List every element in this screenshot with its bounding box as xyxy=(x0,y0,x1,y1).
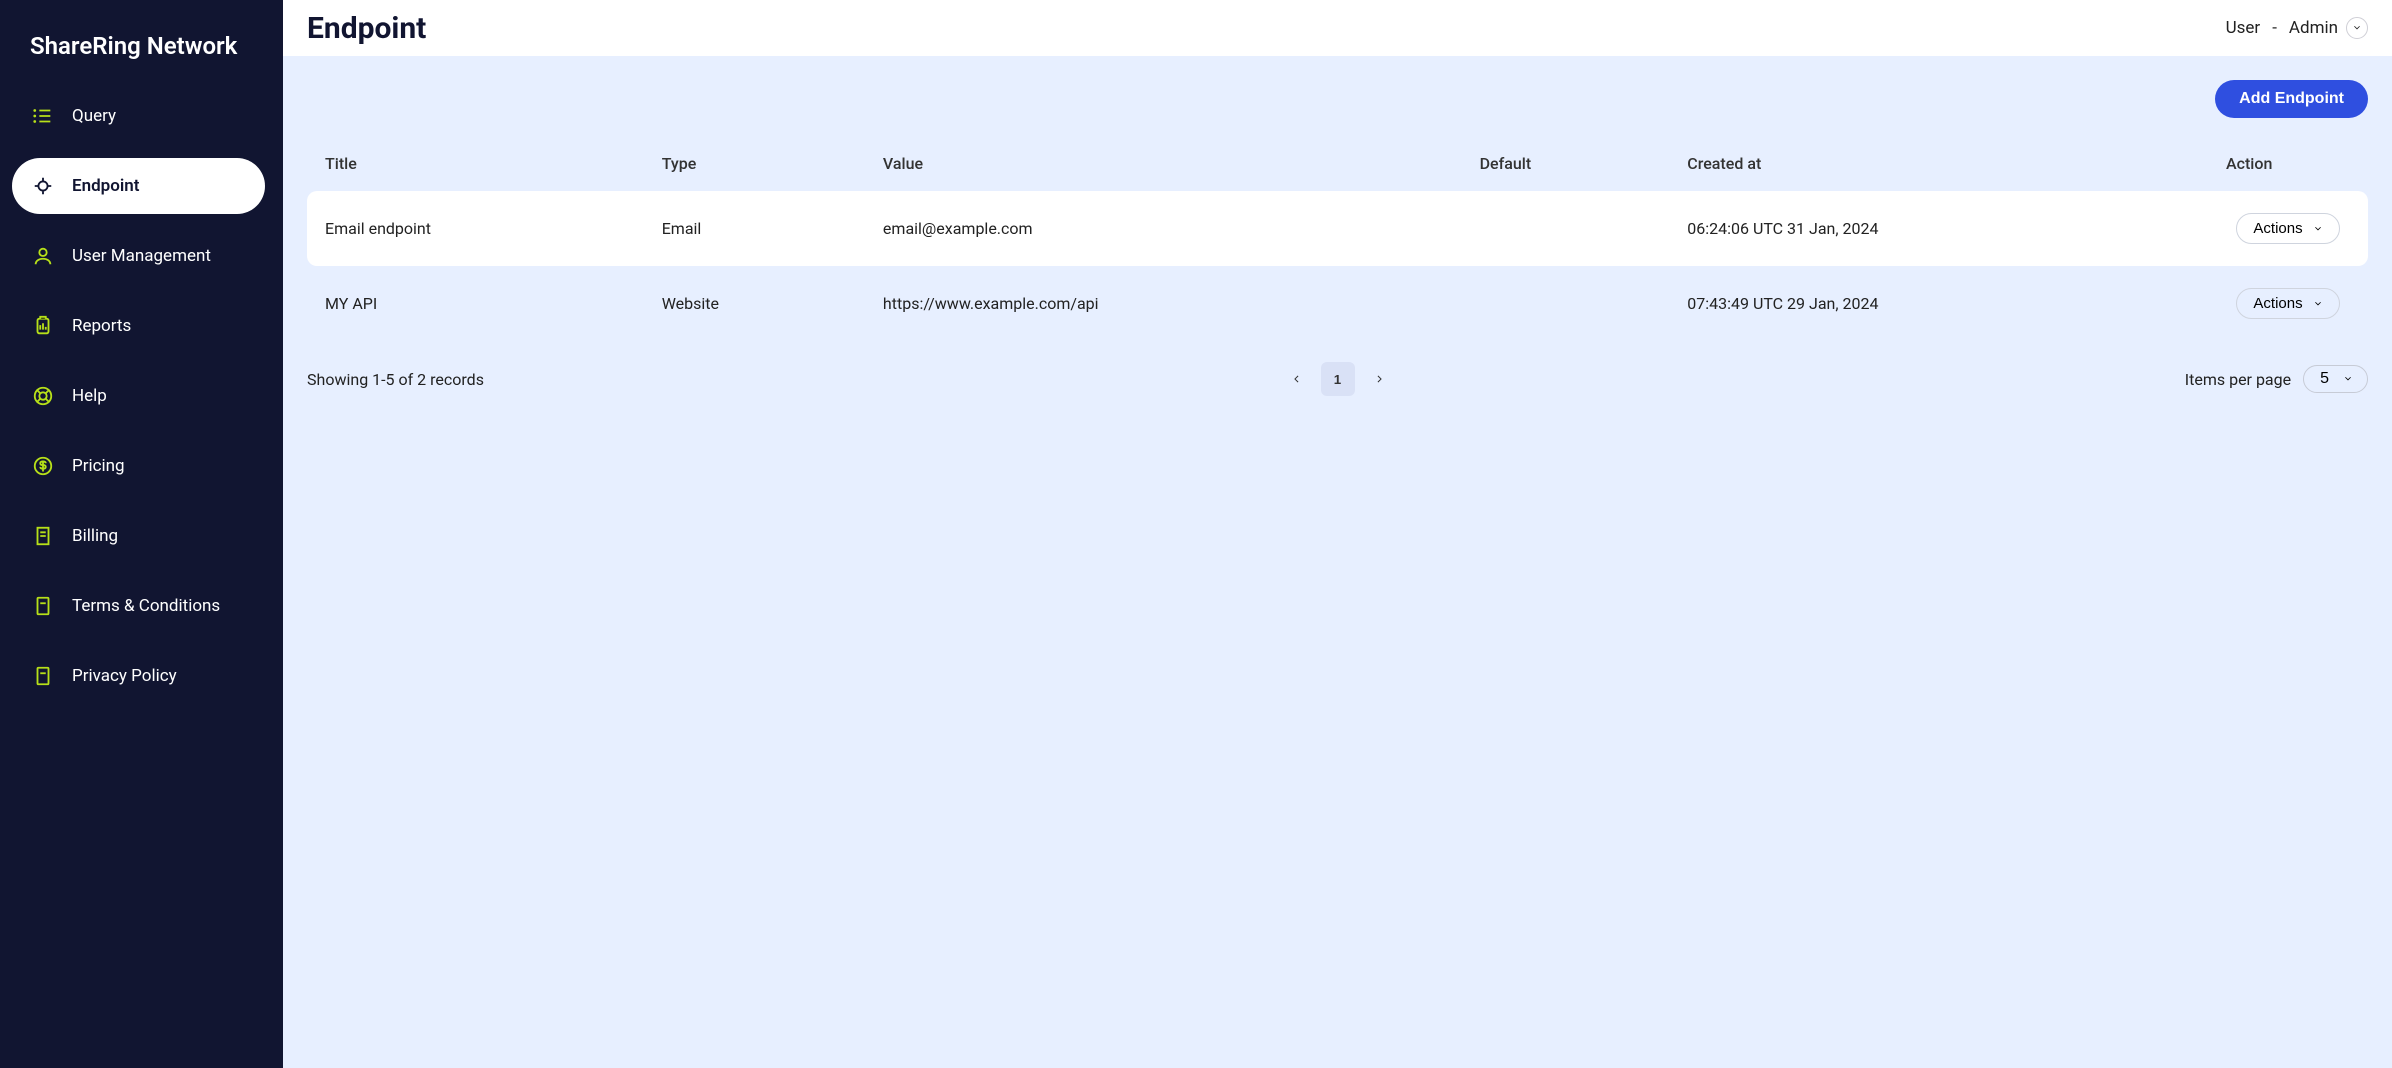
target-icon xyxy=(32,175,54,197)
actions-label: Actions xyxy=(2253,295,2302,312)
cell-created_at: 06:24:06 UTC 31 Jan, 2024 xyxy=(1669,191,2208,266)
user-role: Admin xyxy=(2289,18,2338,38)
sidebar-item-user-management[interactable]: User Management xyxy=(12,228,265,284)
cell-default xyxy=(1462,266,1670,341)
chevron-down-icon xyxy=(2352,23,2362,33)
table-row: Email endpointEmailemail@example.com 06:2… xyxy=(307,191,2368,266)
receipt-icon xyxy=(32,525,54,547)
lifebuoy-icon xyxy=(32,385,54,407)
pagination-summary: Showing 1-5 of 2 records xyxy=(307,370,484,389)
user-separator: - xyxy=(2268,18,2281,38)
column-header: Title xyxy=(307,140,644,191)
user-label: User xyxy=(2226,18,2261,38)
sidebar-item-query[interactable]: Query xyxy=(12,88,265,144)
column-header: Default xyxy=(1462,140,1670,191)
column-header: Value xyxy=(865,140,1462,191)
cell-type: Website xyxy=(644,266,865,341)
sidebar-nav: Query Endpoint User Management Reports Help P… xyxy=(0,88,283,704)
pagination-page-1[interactable]: 1 xyxy=(1321,362,1355,396)
brand-title: ShareRing Network xyxy=(0,12,283,88)
user-icon xyxy=(32,245,54,267)
user-menu[interactable]: User - Admin xyxy=(2226,17,2368,39)
column-header: Action xyxy=(2208,140,2368,191)
row-actions-button[interactable]: Actions xyxy=(2236,288,2339,319)
cell-default xyxy=(1462,191,1670,266)
column-header: Created at xyxy=(1669,140,2208,191)
table-footer: Showing 1-5 of 2 records 1 Items per pag… xyxy=(307,341,2368,393)
cell-title: MY API xyxy=(307,266,644,341)
cell-action: Actions xyxy=(2208,266,2368,341)
sidebar-item-billing[interactable]: Billing xyxy=(12,508,265,564)
sidebar-item-privacy[interactable]: Privacy Policy xyxy=(12,648,265,704)
chevron-down-icon xyxy=(2313,299,2323,309)
column-header: Type xyxy=(644,140,865,191)
sidebar-item-help[interactable]: Help xyxy=(12,368,265,424)
chevron-down-icon xyxy=(2313,224,2323,234)
chevron-left-icon xyxy=(1290,373,1302,385)
sidebar-item-label: Pricing xyxy=(72,456,125,476)
document-icon xyxy=(32,665,54,687)
actions-label: Actions xyxy=(2253,220,2302,237)
pagination-prev-button[interactable] xyxy=(1279,362,1313,396)
sidebar-item-label: Reports xyxy=(72,316,131,336)
sidebar-item-label: Endpoint xyxy=(72,176,139,196)
cell-value: https://www.example.com/api xyxy=(865,266,1462,341)
items-per-page: Items per page 5 xyxy=(2185,365,2368,393)
cell-action: Actions xyxy=(2208,191,2368,266)
row-actions-button[interactable]: Actions xyxy=(2236,213,2339,244)
dollar-icon xyxy=(32,455,54,477)
page-toolbar: Add Endpoint xyxy=(307,80,2368,118)
clipboard-icon xyxy=(32,315,54,337)
sidebar-item-label: Billing xyxy=(72,526,118,546)
table-header-row: TitleTypeValueDefaultCreated atAction xyxy=(307,140,2368,191)
table-body: Email endpointEmailemail@example.com 06:2… xyxy=(307,191,2368,341)
sidebar-item-label: User Management xyxy=(72,246,211,266)
sidebar-item-terms[interactable]: Terms & Conditions xyxy=(12,578,265,634)
endpoints-table: TitleTypeValueDefaultCreated atAction Em… xyxy=(307,140,2368,341)
content: Add Endpoint TitleTypeValueDefaultCreate… xyxy=(283,56,2392,1068)
sidebar: ShareRing Network Query Endpoint User Mana… xyxy=(0,0,283,1068)
pagination-next-button[interactable] xyxy=(1363,362,1397,396)
sidebar-item-label: Privacy Policy xyxy=(72,666,177,686)
list-icon xyxy=(32,105,54,127)
pagination-controls: 1 xyxy=(1279,362,1397,396)
items-per-page-label: Items per page xyxy=(2185,370,2291,389)
sidebar-item-pricing[interactable]: Pricing xyxy=(12,438,265,494)
sidebar-item-reports[interactable]: Reports xyxy=(12,298,265,354)
table-row: MY APIWebsitehttps://www.example.com/api… xyxy=(307,266,2368,341)
add-endpoint-button[interactable]: Add Endpoint xyxy=(2215,80,2368,118)
cell-type: Email xyxy=(644,191,865,266)
cell-value: email@example.com xyxy=(865,191,1462,266)
page-title: Endpoint xyxy=(307,11,426,46)
sidebar-item-label: Query xyxy=(72,106,116,126)
main: Endpoint User - Admin Add Endpoint Title… xyxy=(283,0,2392,1068)
items-per-page-value: 5 xyxy=(2320,370,2329,388)
document-icon xyxy=(32,595,54,617)
topbar: Endpoint User - Admin xyxy=(283,0,2392,56)
sidebar-item-endpoint[interactable]: Endpoint xyxy=(12,158,265,214)
sidebar-item-label: Terms & Conditions xyxy=(72,596,220,616)
chevron-right-icon xyxy=(1374,373,1386,385)
sidebar-item-label: Help xyxy=(72,386,107,406)
user-menu-caret[interactable] xyxy=(2346,17,2368,39)
cell-title: Email endpoint xyxy=(307,191,644,266)
chevron-down-icon xyxy=(2343,374,2353,384)
cell-created_at: 07:43:49 UTC 29 Jan, 2024 xyxy=(1669,266,2208,341)
items-per-page-select[interactable]: 5 xyxy=(2303,365,2368,393)
